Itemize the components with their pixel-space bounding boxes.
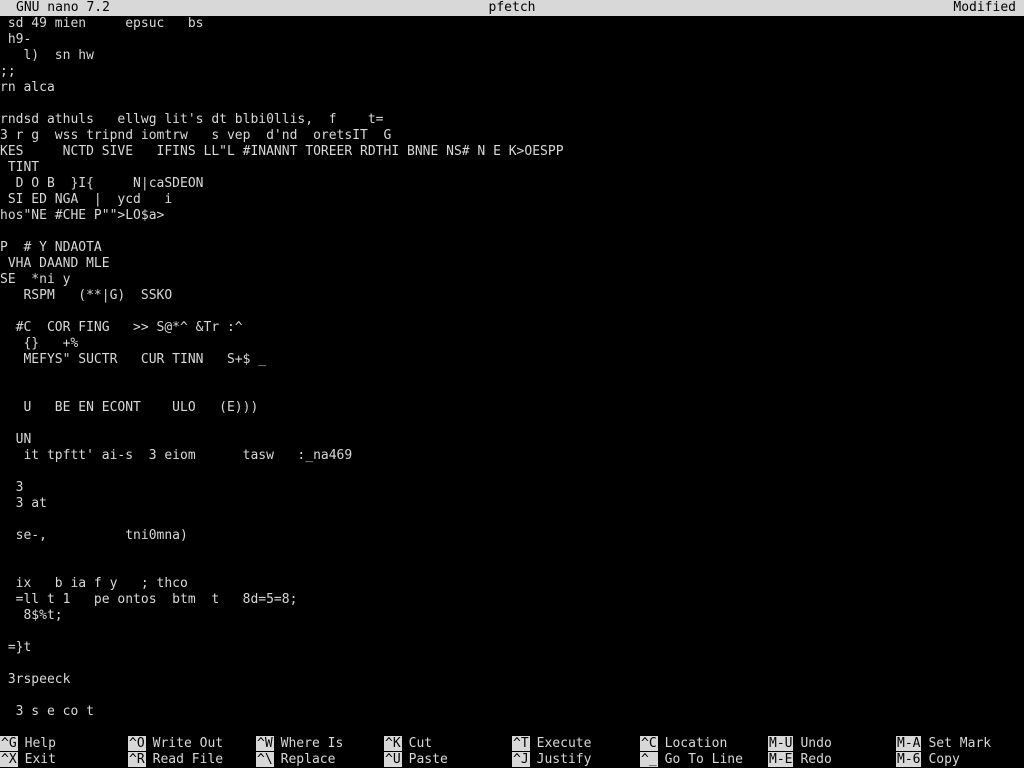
shortcut-read-file[interactable]: ^R Read File xyxy=(128,752,223,768)
shortcut-label: Cut xyxy=(408,736,433,751)
editor-line[interactable]: 3 r g wss tripnd iomtrw s vep d'nd orets… xyxy=(0,128,1024,144)
editor-line[interactable]: KES NCTD SIVE IFINS LL"L #INANNT TOREER … xyxy=(0,144,1024,160)
shortcut-label: Exit xyxy=(24,752,56,767)
shortcut-label: Help xyxy=(24,736,56,751)
shortcut-key: ^K xyxy=(384,736,402,751)
shortcut-key: ^R xyxy=(128,752,146,767)
editor-line[interactable] xyxy=(0,624,1024,640)
shortcut-cut[interactable]: ^K Cut xyxy=(384,736,432,752)
editor-line[interactable]: {} +% xyxy=(0,336,1024,352)
editor-line[interactable]: #C COR FING >> S@*^ &Tr :^ xyxy=(0,320,1024,336)
editor-line[interactable]: it tpftt' ai-s 3 eiom tasw :_na469 xyxy=(0,448,1024,464)
shortcut-key: ^U xyxy=(384,752,402,767)
editor-line[interactable]: MEFYS" SUCTR CUR TINN S+$ _ xyxy=(0,352,1024,368)
shortcut-replace[interactable]: ^\ Replace xyxy=(256,752,335,768)
editor-line[interactable] xyxy=(0,544,1024,560)
shortcut-key: ^J xyxy=(512,752,530,767)
editor-line[interactable] xyxy=(0,512,1024,528)
file-name: pfetch xyxy=(488,0,536,15)
shortcut-paste[interactable]: ^U Paste xyxy=(384,752,448,768)
shortcut-go-to-line[interactable]: ^_ Go To Line xyxy=(640,752,743,768)
editor-line[interactable]: =ll t 1 pe ontos btm t 8d=5=8; xyxy=(0,592,1024,608)
editor-line[interactable]: ix b ia f y ; thco xyxy=(0,576,1024,592)
shortcut-label: Go To Line xyxy=(664,752,743,767)
shortcut-key: ^C xyxy=(640,736,658,751)
editor-line[interactable]: rn alca xyxy=(0,80,1024,96)
editor-line[interactable] xyxy=(0,384,1024,400)
shortcut-label: Paste xyxy=(408,752,448,767)
editor-line[interactable]: UN xyxy=(0,432,1024,448)
shortcut-label: Location xyxy=(664,736,728,751)
shortcut-where-is[interactable]: ^W Where Is xyxy=(256,736,343,752)
editor-line[interactable]: sd 49 mien epsuc bs xyxy=(0,16,1024,32)
shortcut-key: ^T xyxy=(512,736,530,751)
shortcut-set-mark[interactable]: M-A Set Mark xyxy=(896,736,991,752)
editor-line[interactable]: =}t xyxy=(0,640,1024,656)
editor-line[interactable]: 3 at xyxy=(0,496,1024,512)
shortcut-label: Read File xyxy=(152,752,224,767)
editor-text-area[interactable]: sd 49 mien epsuc bs h9- l) sn hw;; rn alc… xyxy=(0,16,1024,736)
shortcut-exit[interactable]: ^X Exit xyxy=(0,752,56,768)
app-version: GNU nano 7.2 xyxy=(16,0,110,15)
editor-line[interactable]: l) sn hw xyxy=(0,48,1024,64)
shortcut-label: Undo xyxy=(800,736,832,751)
shortcut-label: Where Is xyxy=(280,736,344,751)
shortcut-label: Justify xyxy=(536,752,592,767)
editor-line[interactable] xyxy=(0,304,1024,320)
editor-line[interactable]: h9- xyxy=(0,32,1024,48)
editor-line[interactable] xyxy=(0,688,1024,704)
editor-line[interactable]: U BE EN ECONT ULO (E))) xyxy=(0,400,1024,416)
editor-line[interactable] xyxy=(0,224,1024,240)
shortcut-key: M-E xyxy=(768,752,794,767)
shortcut-label: Execute xyxy=(536,736,592,751)
editor-line[interactable]: SE *ni y xyxy=(0,272,1024,288)
editor-line[interactable]: 3 s e co t xyxy=(0,704,1024,720)
shortcut-label: Copy xyxy=(928,752,960,767)
editor-line[interactable] xyxy=(0,560,1024,576)
shortcut-label: Write Out xyxy=(152,736,224,751)
editor-line[interactable]: rndsd athuls ellwg lit's dt blbi0llis, f… xyxy=(0,112,1024,128)
shortcut-key: M-6 xyxy=(896,752,922,767)
editor-line[interactable] xyxy=(0,464,1024,480)
shortcut-undo[interactable]: M-U Undo xyxy=(768,736,832,752)
editor-line[interactable]: 3 xyxy=(0,480,1024,496)
editor-line[interactable]: 3rspeeck xyxy=(0,672,1024,688)
editor-line[interactable]: RSPM (**|G) SSKO xyxy=(0,288,1024,304)
shortcut-key: ^X xyxy=(0,752,18,767)
shortcut-write-out[interactable]: ^O Write Out xyxy=(128,736,223,752)
shortcut-location[interactable]: ^C Location xyxy=(640,736,727,752)
shortcut-execute[interactable]: ^T Execute xyxy=(512,736,591,752)
shortcut-key: ^_ xyxy=(640,752,658,767)
editor-line[interactable]: VHA DAAND MLE xyxy=(0,256,1024,272)
shortcut-label: Redo xyxy=(800,752,832,767)
shortcut-key: ^G xyxy=(0,736,18,751)
shortcut-help[interactable]: ^G Help xyxy=(0,736,56,752)
editor-line[interactable] xyxy=(0,656,1024,672)
editor-line[interactable]: 8$%t; xyxy=(0,608,1024,624)
shortcut-justify[interactable]: ^J Justify xyxy=(512,752,591,768)
shortcut-key: ^\ xyxy=(256,752,274,767)
shortcut-bar: ^G Help ^X Exit ^O Write Out ^R Read File ^W Wher… xyxy=(0,736,1024,768)
editor-line[interactable] xyxy=(0,368,1024,384)
shortcut-key: M-A xyxy=(896,736,922,751)
shortcut-label: Replace xyxy=(280,752,336,767)
editor-line[interactable]: D O B }I{ N|caSDEON xyxy=(0,176,1024,192)
shortcut-key: ^O xyxy=(128,736,146,751)
editor-line[interactable]: P # Y NDAOTA xyxy=(0,240,1024,256)
shortcut-label: Set Mark xyxy=(928,736,992,751)
shortcut-key: ^W xyxy=(256,736,274,751)
title-bar: pfetch GNU nano 7.2 Modified xyxy=(0,0,1024,16)
shortcut-redo[interactable]: M-E Redo xyxy=(768,752,832,768)
modified-status: Modified xyxy=(953,0,1016,15)
editor-line[interactable] xyxy=(0,416,1024,432)
shortcut-copy[interactable]: M-6 Copy xyxy=(896,752,960,768)
editor-line[interactable]: hos"NE #CHE P"">LO$a> xyxy=(0,208,1024,224)
editor-line[interactable]: ;; xyxy=(0,64,1024,80)
editor-line[interactable]: SI ED NGA | ycd i xyxy=(0,192,1024,208)
editor-line[interactable]: TINT xyxy=(0,160,1024,176)
shortcut-key: M-U xyxy=(768,736,794,751)
editor-line[interactable]: se-, tni0mna) xyxy=(0,528,1024,544)
editor-line[interactable] xyxy=(0,96,1024,112)
